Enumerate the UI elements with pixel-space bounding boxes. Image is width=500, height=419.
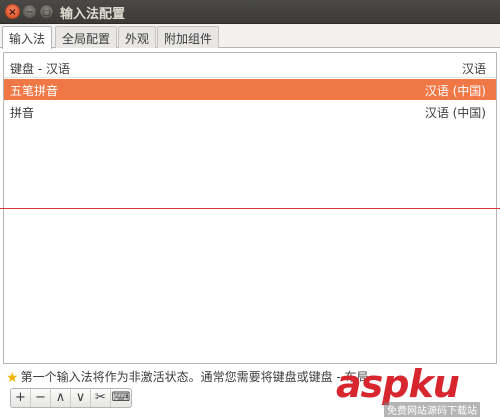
tab-global-config[interactable]: 全局配置 — [55, 26, 118, 48]
list-item[interactable]: 拼音 汉语 (中国) — [4, 101, 496, 122]
move-down-button[interactable]: ∨ — [71, 389, 91, 407]
list-toolbar: + − ∧ ∨ ✂ ⌨ — [10, 388, 132, 408]
remove-button[interactable]: − — [31, 389, 51, 407]
input-method-language: 汉语 — [461, 62, 486, 76]
move-up-button[interactable]: ∧ — [51, 389, 71, 407]
list-item[interactable]: 键盘 - 汉语 汉语 — [4, 57, 496, 78]
star-icon: ★ — [6, 370, 19, 386]
input-method-name: 拼音 — [10, 106, 35, 120]
tab-addons[interactable]: 附加组件 — [157, 26, 220, 48]
input-method-name: 五笔拼音 — [10, 84, 59, 98]
maximize-icon[interactable]: ▢ — [39, 4, 54, 19]
list-item-selected[interactable]: 五笔拼音 汉语 (中国) — [4, 79, 496, 100]
input-method-language: 汉语 (中国) — [424, 106, 486, 120]
watermark-main: aspku — [336, 362, 460, 406]
watermark-sub: 免费网站源码下载站 — [384, 402, 480, 417]
close-icon[interactable]: × — [5, 4, 20, 19]
input-method-language: 汉语 (中国) — [424, 84, 486, 98]
keyboard-layout-button[interactable]: ⌨ — [111, 389, 131, 407]
minimize-icon[interactable]: − — [22, 4, 37, 19]
input-method-name: 键盘 - 汉语 — [10, 62, 70, 76]
add-button[interactable]: + — [11, 389, 31, 407]
title-bar: × − ▢ 输入法配置 — [0, 0, 500, 24]
red-guide-line — [0, 208, 500, 209]
status-text: 第一个输入法将作为非激活状态。通常您需要将键盘或键盘 - 布局 — [20, 370, 369, 384]
tab-appearance[interactable]: 外观 — [118, 26, 157, 48]
configure-button[interactable]: ✂ — [91, 389, 111, 407]
tab-input-method[interactable]: 输入法 — [2, 26, 53, 49]
watermark-logo: aspku 免费网站源码下载站 — [336, 362, 496, 418]
tab-bar: 输入法 全局配置 外观 附加组件 — [0, 24, 500, 49]
window-title: 输入法配置 — [60, 7, 126, 22]
